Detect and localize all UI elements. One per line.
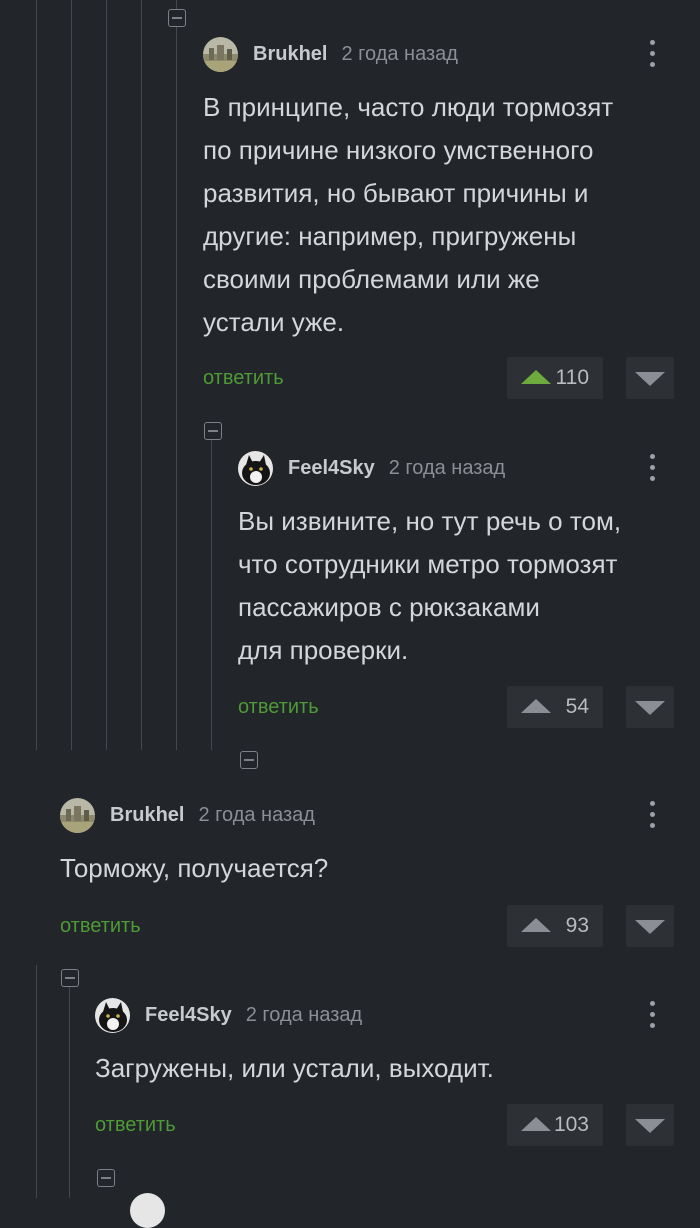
comment-text: Торможу, получается? [60,853,329,883]
avatar[interactable] [60,797,95,833]
comment-time: 2 года назад [198,803,315,826]
reply-button[interactable]: ответить [203,367,284,390]
downvote-button[interactable] [626,686,674,728]
upvote-button[interactable]: 103 [507,1104,603,1146]
arrow-up-icon [521,699,551,713]
comment-text: Вы извините, но тут речь о том, что сотр… [238,506,622,665]
thread-line [36,0,37,750]
avatar[interactable] [95,997,130,1033]
thread-line [71,0,72,750]
more-options-icon[interactable] [642,450,662,486]
downvote-button[interactable] [626,905,674,947]
thread-line [106,0,107,750]
comment-time: 2 года назад [245,1003,363,1026]
comment-header: Brukhel 2 года назад [60,797,315,833]
comment-author[interactable]: Brukhel [253,43,327,66]
collapse-thread-button[interactable] [97,1169,115,1187]
avatar[interactable] [203,36,238,72]
thread-line [36,965,37,1198]
comment-text: В принципе, часто люди тормозят по причи… [203,92,614,337]
comment-header: Feel4Sky 2 года назад [238,450,505,486]
more-options-icon[interactable] [642,797,662,833]
comment-header: Brukhel 2 года назад [203,36,458,72]
comment-text: Загружены, или устали, выходит. [95,1053,494,1083]
thread-line [211,440,212,750]
thread-line [141,0,142,750]
comment-header: Feel4Sky 2 года назад [95,997,362,1033]
collapse-thread-button[interactable] [61,969,79,987]
arrow-down-icon [635,1119,665,1133]
comment-author[interactable]: Feel4Sky [145,1004,232,1027]
thread-line [69,985,70,1198]
comment-time: 2 года назад [341,42,458,65]
vote-count: 54 [565,695,589,718]
downvote-button[interactable] [626,1104,674,1146]
vote-count: 103 [553,1113,589,1136]
downvote-button[interactable] [626,357,674,399]
upvote-button[interactable]: 110 [507,357,603,399]
arrow-up-icon [521,918,551,932]
arrow-down-icon [635,701,665,715]
thread-line [176,0,177,750]
more-options-icon[interactable] [642,36,662,72]
reply-button[interactable]: ответить [238,696,319,719]
avatar[interactable] [130,1193,165,1228]
reply-button[interactable]: ответить [60,915,141,938]
comment-time: 2 года назад [388,456,506,479]
vote-count: 93 [565,914,589,937]
more-options-icon[interactable] [642,997,662,1033]
vote-count: 110 [555,366,589,389]
collapse-thread-button[interactable] [204,422,222,440]
upvote-button[interactable]: 93 [507,905,603,947]
collapse-thread-button[interactable] [168,9,186,27]
arrow-up-icon [521,1117,551,1131]
arrow-down-icon [635,920,665,934]
avatar[interactable] [238,450,273,486]
comment-author[interactable]: Brukhel [110,804,184,827]
arrow-down-icon [635,372,665,386]
upvote-button[interactable]: 54 [507,686,603,728]
collapse-thread-button[interactable] [240,751,258,769]
reply-button[interactable]: ответить [95,1114,176,1137]
arrow-up-icon [521,370,551,384]
comment-author[interactable]: Feel4Sky [288,457,375,480]
